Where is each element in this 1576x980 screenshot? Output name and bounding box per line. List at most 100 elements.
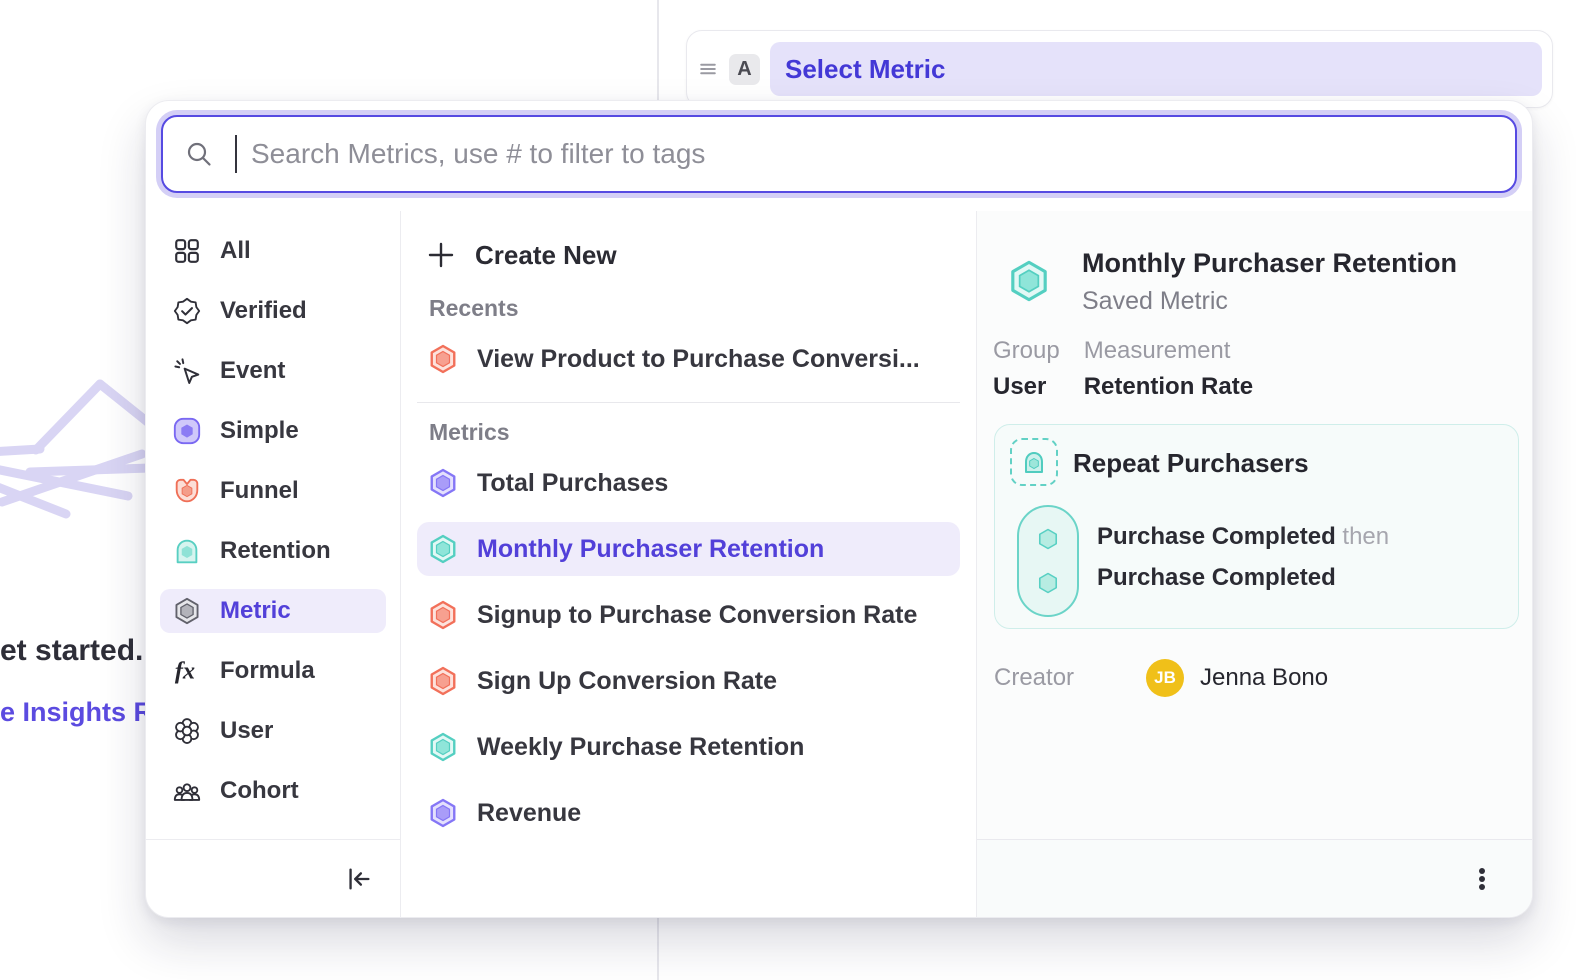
step-hexagon-icon (1029, 520, 1067, 558)
detail-header: Monthly Purchaser Retention Saved Metric (1006, 247, 1457, 316)
cursor-click-icon (172, 356, 202, 386)
metric-item-label: Weekly Purchase Retention (477, 733, 804, 762)
sidebar-item-retention[interactable]: Retention (160, 529, 386, 573)
metric-selector-bar: A Select Metric (686, 30, 1553, 108)
search-input[interactable] (251, 138, 1493, 170)
recent-item-label: View Product to Purchase Conversi... (477, 345, 920, 374)
metric-picker-modal: All Verified Event (145, 100, 1533, 918)
metric-hexagon-icon (172, 596, 202, 626)
sidebar-item-all[interactable]: All (160, 229, 386, 273)
sidebar-item-label: Retention (220, 537, 331, 565)
sidebar-item-label: Verified (220, 297, 307, 325)
group-label: Group (993, 337, 1060, 365)
simple-metric-hexagon-icon (427, 467, 459, 499)
insights-report-link[interactable]: e Insights Re (0, 697, 168, 728)
svg-text:fx: fx (175, 658, 195, 685)
retention-steps-capsule (1017, 505, 1079, 617)
sidebar-item-label: Metric (220, 597, 291, 625)
metric-item-sign-up-conversion-rate[interactable]: Sign Up Conversion Rate (417, 654, 960, 708)
line-sketch-illustration (0, 372, 150, 552)
metric-item-total-purchases[interactable]: Total Purchases (417, 456, 960, 510)
measurement-label: Measurement (1084, 337, 1253, 365)
creator-label: Creator (994, 664, 1146, 692)
metric-item-label: Revenue (477, 799, 581, 828)
filter-sidebar: All Verified Event (146, 211, 401, 917)
sidebar-item-label: Simple (220, 417, 299, 445)
collapse-sidebar-icon[interactable] (344, 864, 374, 894)
sidebar-item-funnel[interactable]: Funnel (160, 469, 386, 513)
simple-metric-hexagon-icon (427, 797, 459, 829)
group-value: User (993, 373, 1060, 401)
step-hexagon-icon (1029, 564, 1067, 602)
detail-meta: Group User Measurement Retention Rate (993, 337, 1253, 401)
search-field[interactable] (161, 115, 1517, 193)
funnel-metric-hexagon-icon (427, 665, 459, 697)
sidebar-item-user[interactable]: User (160, 709, 386, 753)
measurement-meta: Measurement Retention Rate (1084, 337, 1253, 401)
metric-item-label: Signup to Purchase Conversion Rate (477, 601, 917, 630)
retention-dashed-icon (1010, 438, 1058, 486)
metrics-heading: Metrics (429, 419, 976, 446)
retention-metric-hexagon-icon (427, 731, 459, 763)
step-1: Purchase Completed then (1097, 523, 1389, 551)
recent-item[interactable]: View Product to Purchase Conversi... (417, 332, 960, 386)
sidebar-item-label: User (220, 717, 273, 745)
funnel-icon (172, 476, 202, 506)
detail-title: Monthly Purchaser Retention (1082, 247, 1457, 281)
sidebar-item-metric[interactable]: Metric (160, 589, 386, 633)
detail-footer (977, 839, 1532, 917)
modal-columns: All Verified Event (146, 211, 1532, 917)
formula-fx-icon: fx (172, 656, 202, 686)
step-1-then: then (1342, 523, 1389, 550)
card-title: Repeat Purchasers (1073, 448, 1309, 479)
sidebar-item-cohort[interactable]: Cohort (160, 769, 386, 813)
create-new-button[interactable]: Create New (417, 231, 960, 279)
creator-name: Jenna Bono (1200, 664, 1328, 692)
sidebar-item-label: Formula (220, 657, 315, 685)
sidebar-item-label: Funnel (220, 477, 299, 505)
sidebar-item-simple[interactable]: Simple (160, 409, 386, 453)
sidebar-item-formula[interactable]: fx Formula (160, 649, 386, 693)
sidebar-footer (146, 839, 400, 917)
metric-item-monthly-purchaser-retention[interactable]: Monthly Purchaser Retention (417, 522, 960, 576)
text-cursor (235, 135, 237, 173)
user-cluster-icon (172, 716, 202, 746)
metric-item-label: Total Purchases (477, 469, 668, 498)
search-icon (185, 140, 213, 168)
plus-icon (427, 241, 455, 269)
retention-metric-hexagon-icon (427, 533, 459, 565)
metric-item-weekly-purchase-retention[interactable]: Weekly Purchase Retention (417, 720, 960, 774)
verified-badge-icon (172, 296, 202, 326)
get-started-text: et started. (0, 634, 143, 668)
group-meta: Group User (993, 337, 1060, 401)
cohort-people-icon (172, 776, 202, 806)
funnel-metric-hexagon-icon (427, 343, 459, 375)
metric-item-label: Sign Up Conversion Rate (477, 667, 777, 696)
retention-metric-hexagon-icon (1006, 247, 1052, 316)
metric-item-revenue[interactable]: Revenue (417, 786, 960, 840)
retention-arch-icon (172, 536, 202, 566)
step-2: Purchase Completed (1097, 564, 1336, 592)
step-2-event: Purchase Completed (1097, 564, 1336, 591)
sidebar-item-verified[interactable]: Verified (160, 289, 386, 333)
sidebar-item-event[interactable]: Event (160, 349, 386, 393)
funnel-metric-hexagon-icon (427, 599, 459, 631)
sidebar-item-label: All (220, 237, 251, 265)
step-1-event: Purchase Completed (1097, 523, 1336, 550)
grid-icon (172, 236, 202, 266)
simple-square-icon (172, 416, 202, 446)
metric-list-column: Create New Recents View Product to Purch… (401, 211, 977, 917)
metric-detail-panel: Monthly Purchaser Retention Saved Metric… (977, 211, 1532, 917)
drag-handle-icon[interactable] (697, 58, 719, 80)
select-metric-label: Select Metric (785, 54, 945, 85)
list-divider (417, 402, 960, 403)
metric-letter-badge: A (729, 54, 760, 85)
kebab-menu-icon[interactable] (1468, 863, 1496, 895)
metric-selector-screen: et started. e Insights Re A Select Metri… (0, 0, 1576, 980)
creator-row: Creator JB Jenna Bono (994, 659, 1519, 697)
sidebar-item-label: Event (220, 357, 285, 385)
create-new-label: Create New (475, 240, 617, 271)
saved-metric-definition-card: Repeat Purchasers Purchase Completed the… (994, 424, 1519, 629)
select-metric-button[interactable]: Select Metric (770, 42, 1542, 96)
metric-item-signup-to-purchase-conversion-rate[interactable]: Signup to Purchase Conversion Rate (417, 588, 960, 642)
